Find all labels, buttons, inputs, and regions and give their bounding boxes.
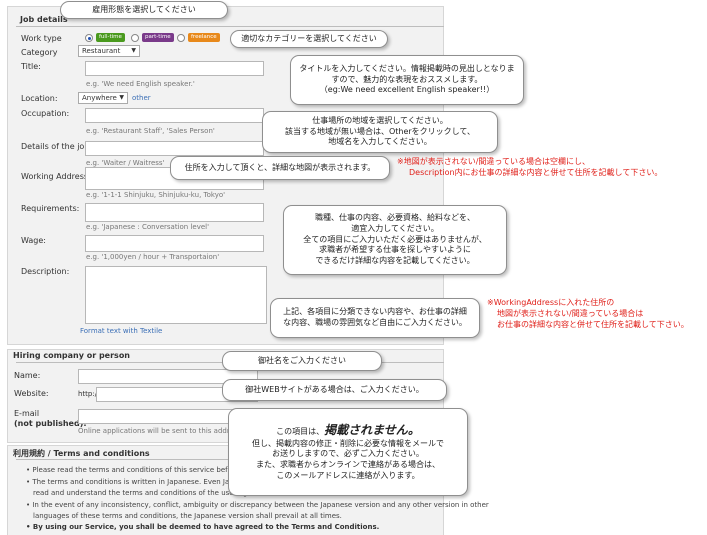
requirements-example: e.g. 'Japanese : Conversation level': [86, 223, 210, 231]
details-example: e.g. 'Waiter / Waitress': [86, 159, 165, 167]
wage-input[interactable]: [85, 235, 264, 252]
category-select[interactable]: Restaurant ▼: [78, 45, 140, 57]
callout-email: この項目は、掲載されません。 但し、掲載内容の修正・削除に必要な情報をメールで …: [228, 408, 468, 496]
email-note: Online applications will be sent to this…: [78, 427, 242, 435]
occupation-input[interactable]: [85, 108, 264, 123]
terms-item: • The terms and conditions is written in…: [26, 478, 239, 486]
callout-address: 住所を入力して頂くと、詳細な地図が表示されます。: [170, 156, 390, 180]
terms-item-agreement: • By using our Service, you shall be dee…: [26, 523, 380, 531]
requirements-input[interactable]: [85, 203, 264, 222]
work-type-radio-full-time[interactable]: [85, 34, 93, 42]
location-other-link[interactable]: other: [132, 94, 151, 102]
location-label: Location:: [21, 94, 58, 103]
requirements-label: Requirements:: [21, 204, 80, 213]
wage-label: Wage:: [21, 236, 46, 245]
work-type-tag-part-time: part-time: [142, 33, 174, 42]
title-label: Title:: [21, 62, 41, 71]
format-textile-link[interactable]: Format text with Textile: [80, 327, 162, 335]
details-label: Details of the job:: [21, 142, 93, 151]
chevron-down-icon: ▼: [119, 94, 124, 101]
work-type-tag-full-time: full-time: [96, 33, 125, 42]
title-input[interactable]: [85, 61, 264, 76]
divider: [16, 26, 444, 27]
callout-title: タイトルを入力してください。情報掲載時の見出しとなりま すので、魅力的な表現をお…: [290, 55, 524, 105]
terms-item: • In the event of any inconsistency, con…: [26, 501, 489, 509]
category-label: Category: [21, 48, 58, 57]
work-type-label: Work type: [21, 34, 62, 43]
red-note-description: ※WorkingAddressに入れた住所の 地図が表示されない/間違っている場…: [487, 298, 689, 330]
name-label: Name:: [14, 371, 41, 380]
occupation-label: Occupation:: [21, 109, 70, 118]
title-example: e.g. 'We need English speaker.': [86, 80, 195, 88]
work-type-tag-freelance: freelance: [188, 33, 220, 42]
description-label: Description:: [21, 267, 70, 276]
location-select-value: Anywhere: [82, 94, 117, 102]
terms-item-continued: read and understand the terms and condit…: [33, 489, 248, 497]
email-label: E-mail: [14, 409, 40, 418]
callout-requirements: 職種、仕事の内容、必要資格、給料などを、 適宜入力してください。 全ての項目にご…: [283, 205, 507, 275]
wage-example: e.g. '1,000yen / hour + Transportaion': [86, 253, 220, 261]
callout-location: 仕事場所の地域を選択してください。 該当する地域が無い場合は、Otherをクリッ…: [262, 111, 498, 153]
chevron-down-icon: ▼: [131, 47, 136, 54]
callout-website: 御社WEBサイトがある場合は、ご入力ください。: [222, 379, 447, 401]
email-not-published-label: (not published):: [14, 419, 87, 428]
section-title-hiring: Hiring company or person: [13, 351, 131, 360]
terms-item: • Please read the terms and conditions o…: [26, 466, 239, 474]
callout-category: 適切なカテゴリーを選択してください: [230, 30, 388, 48]
red-note-address: ※地図が表示されない/間違っている場合は空欄にし、 Description内にお…: [397, 157, 663, 178]
section-title-terms: 利用規約 / Terms and conditions: [13, 449, 150, 458]
work-type-radio-part-time[interactable]: [131, 34, 139, 42]
details-input[interactable]: [85, 141, 264, 156]
working-address-label: Working Address:: [21, 172, 91, 181]
section-title-job-details: Job details: [20, 15, 68, 24]
callout-name: 御社名をご入力ください: [222, 351, 382, 371]
website-label: Website:: [14, 389, 49, 398]
category-select-value: Restaurant: [82, 47, 121, 55]
description-textarea[interactable]: [85, 266, 267, 324]
callout-work-type: 雇用形態を選択してください: [60, 1, 228, 19]
location-select[interactable]: Anywhere ▼: [78, 92, 128, 104]
terms-item-continued: languages of these terms and conditions,…: [33, 512, 342, 520]
occupation-example: e.g. 'Restaurant Staff', 'Sales Person': [86, 127, 215, 135]
work-type-radio-freelance[interactable]: [177, 34, 185, 42]
callout-description: 上記、各項目に分類できない内容や、お仕事の詳細 な内容、職場の雰囲気など自由にご…: [270, 298, 480, 338]
working-address-example: e.g. '1-1-1 Shinjuku, Shinjuku-ku, Tokyo…: [86, 191, 226, 199]
